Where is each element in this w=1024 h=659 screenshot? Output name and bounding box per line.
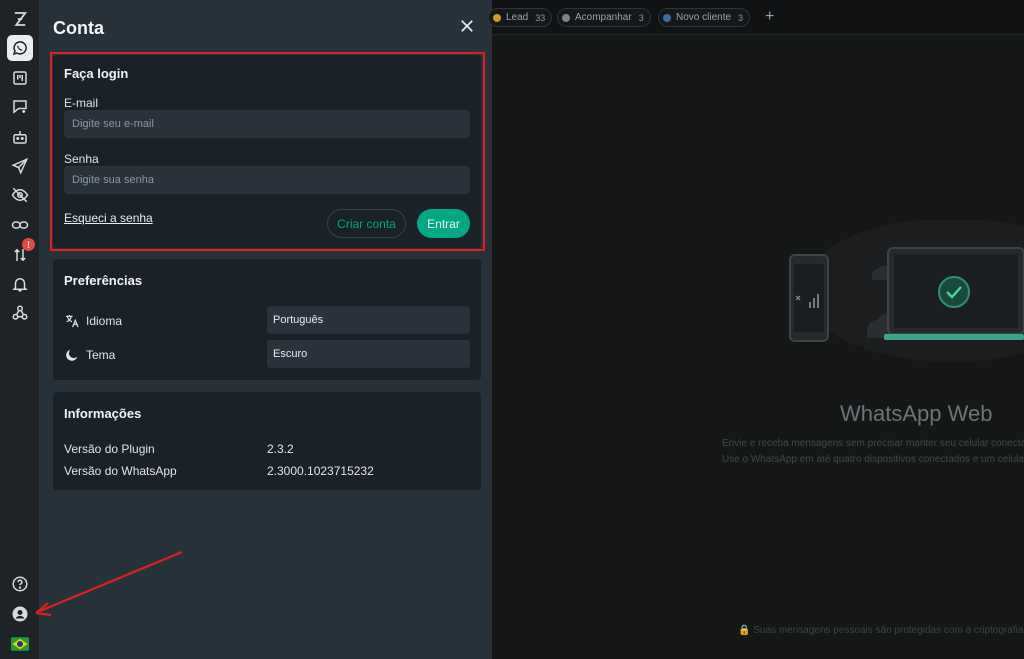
tag-color-dot	[562, 13, 570, 22]
info-title: Informações	[64, 406, 142, 421]
moon-icon	[66, 349, 78, 361]
language-select[interactable]: Português	[267, 306, 470, 334]
description-line: Use o WhatsApp em até quatro dispositivo…	[722, 454, 1024, 465]
close-icon[interactable]	[458, 17, 476, 35]
account-panel: Conta Faça login E-mail Senha Esqueci a …	[40, 0, 492, 659]
brazil-flag-icon[interactable]	[7, 631, 33, 657]
eye-off-icon[interactable]	[7, 182, 33, 208]
whatsapp-web-description: Envie e receba mensagens sem precisar ma…	[722, 436, 1024, 468]
theme-select[interactable]: Escuro	[267, 340, 470, 368]
info-card: Informações Versão do Plugin 2.3.2 Versã…	[53, 392, 481, 490]
tag-label: Lead	[506, 12, 529, 23]
add-tag-button[interactable]: +	[765, 8, 774, 26]
whatsapp-main: Lead 33 Acompanhar 3 Novo cliente 3 + Wh…	[488, 0, 1024, 659]
translate-icon	[66, 315, 79, 328]
create-account-button[interactable]: Criar conta	[327, 209, 406, 238]
login-title: Faça login	[64, 66, 129, 81]
left-rail: !	[0, 0, 40, 659]
language-row-label: Idioma	[64, 313, 122, 329]
tag-bar: Lead 33 Acompanhar 3 Novo cliente 3 +	[488, 0, 1024, 35]
preferences-card: Preferências Idioma Português Tema Escur…	[53, 259, 481, 380]
whatsapp-version-value: 2.3000.1023715232	[267, 464, 374, 478]
whatsapp-web-title: WhatsApp Web	[840, 401, 993, 426]
email-label: E-mail	[64, 96, 99, 110]
tag-color-dot	[493, 13, 501, 22]
tag-chip-lead[interactable]: Lead 33	[488, 8, 553, 27]
app-root: ! Conta Faça login E-mail Senha	[0, 0, 1024, 659]
devices-illustration	[789, 220, 1024, 362]
logo-icon[interactable]	[7, 6, 33, 32]
tag-chip-acompanhar[interactable]: Acompanhar 3	[557, 8, 651, 27]
tag-count: 3	[638, 12, 644, 23]
plugin-version-label: Versão do Plugin	[64, 442, 155, 456]
webhook-icon[interactable]	[7, 300, 33, 326]
login-button[interactable]: Entrar	[417, 209, 470, 238]
whatsapp-icon[interactable]	[7, 35, 33, 61]
encryption-notice: 🔒 Suas mensagens pessoais são protegidas…	[738, 625, 1024, 636]
description-line: Envie e receba mensagens sem precisar ma…	[722, 438, 1024, 449]
send-icon[interactable]	[7, 153, 33, 179]
bot-icon[interactable]	[7, 124, 33, 150]
login-card: Faça login E-mail Senha Esqueci a senha …	[53, 55, 481, 248]
email-field[interactable]	[64, 110, 470, 138]
forgot-password-link[interactable]: Esqueci a senha	[64, 211, 153, 225]
panel-title: Conta	[53, 18, 104, 38]
theme-row-label: Tema	[64, 347, 115, 363]
tag-count: 3	[738, 12, 744, 23]
tag-label: Acompanhar	[575, 12, 632, 23]
kanban-icon[interactable]	[7, 65, 33, 91]
link-icon[interactable]	[7, 212, 33, 238]
tag-count: 33	[535, 12, 546, 23]
scheduled-message-icon[interactable]	[7, 94, 33, 120]
notification-badge: !	[22, 238, 35, 251]
plugin-version-value: 2.3.2	[267, 442, 294, 456]
help-icon[interactable]	[7, 571, 33, 597]
preferences-title: Preferências	[64, 273, 143, 288]
tag-label: Novo cliente	[676, 12, 732, 23]
tag-color-dot	[663, 13, 671, 22]
whatsapp-version-label: Versão do WhatsApp	[64, 464, 177, 478]
tag-chip-novo-cliente[interactable]: Novo cliente 3	[658, 8, 751, 27]
password-label: Senha	[64, 152, 99, 166]
language-label: Idioma	[86, 314, 123, 328]
password-field[interactable]	[64, 166, 470, 194]
transfer-icon[interactable]: !	[7, 238, 35, 268]
account-icon[interactable]	[7, 601, 33, 627]
bell-icon[interactable]	[7, 271, 33, 297]
theme-label: Tema	[86, 348, 116, 362]
